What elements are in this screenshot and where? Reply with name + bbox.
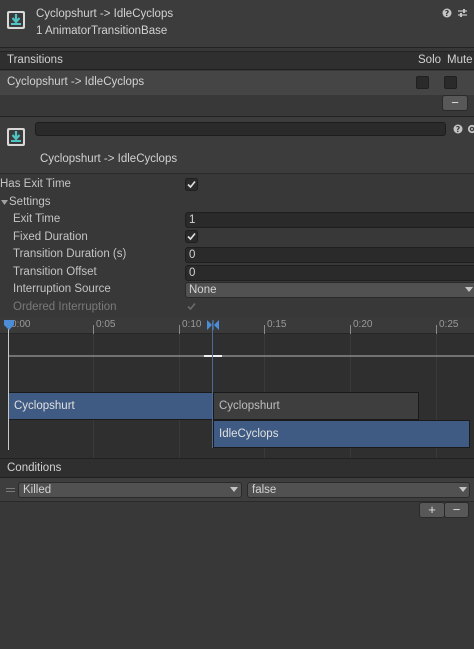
- transition-marker-line: [212, 322, 213, 448]
- transition-list-item-name: Cyclopshurt -> IdleCyclops: [7, 76, 145, 88]
- exit-time-marker-icon[interactable]: [3, 320, 15, 330]
- condition-value: false: [252, 484, 277, 496]
- interruption-source-dropdown[interactable]: None: [185, 282, 474, 298]
- transition-weight-curve: [8, 355, 474, 357]
- settings-foldout-arrow-icon[interactable]: [1, 199, 8, 206]
- chevron-down-icon: [465, 287, 473, 292]
- fixed-duration-checkbox[interactable]: [185, 230, 198, 243]
- source-clip-bar[interactable]: Cyclopshurt: [8, 392, 213, 420]
- transition-offset-field[interactable]: 0: [185, 265, 474, 281]
- add-condition-button[interactable]: +: [419, 502, 445, 518]
- condition-parameter-value: Killed: [23, 484, 52, 496]
- ruler-tick: [350, 325, 351, 334]
- fixed-duration-label: Fixed Duration: [13, 231, 88, 243]
- destination-clip-bar[interactable]: IdleCyclops: [213, 420, 470, 448]
- ruler-tick-label: 0:20: [353, 319, 373, 330]
- header-subtitle: 1 AnimatorTransitionBase: [36, 25, 168, 37]
- timeline-ruler[interactable]: 0:00 0:05 0:10 0:15 0:20 0:25: [0, 318, 474, 334]
- mute-checkbox[interactable]: [444, 76, 457, 89]
- animator-transition-inspector: Cyclopshurt -> IdleCyclops 1 AnimatorTra…: [0, 0, 474, 649]
- svg-text:?: ?: [456, 125, 461, 134]
- condition-parameter-dropdown[interactable]: Killed: [18, 482, 242, 498]
- help-icon[interactable]: ?: [453, 124, 463, 134]
- preset-settings-icon[interactable]: [457, 8, 468, 18]
- transition-details-header: ? Cyclopshurt -> IdleCyclops: [0, 116, 474, 174]
- has-exit-time-label: Has Exit Time: [0, 178, 71, 190]
- chevron-down-icon: [230, 487, 238, 492]
- inspector-header: Cyclopshurt -> IdleCyclops 1 AnimatorTra…: [0, 0, 474, 48]
- playhead-line: [8, 322, 9, 450]
- transition-display-name: Cyclopshurt -> IdleCyclops: [40, 153, 178, 165]
- ruler-tick-label: 0:15: [267, 319, 287, 330]
- transitions-header-label: Transitions: [7, 54, 63, 66]
- transition-duration-field[interactable]: 0: [185, 247, 474, 263]
- ordered-interruption-label: Ordered Interruption: [13, 301, 117, 313]
- condition-value-dropdown[interactable]: false: [247, 482, 470, 498]
- ruler-tick-label: 0:25: [439, 319, 459, 330]
- mute-header-label: Mute: [447, 54, 473, 66]
- conditions-footer: + −: [0, 502, 474, 649]
- has-exit-time-checkbox[interactable]: [185, 178, 198, 191]
- solo-header-label: Solo: [418, 54, 442, 66]
- condition-row[interactable]: Killed false: [0, 478, 474, 502]
- remove-transition-button[interactable]: −: [442, 95, 468, 111]
- header-title: Cyclopshurt -> IdleCyclops: [36, 8, 174, 20]
- remove-condition-button[interactable]: −: [444, 502, 469, 518]
- transition-arrow-icon: [7, 11, 25, 29]
- help-icon[interactable]: ?: [442, 8, 452, 18]
- source-continuation-clip-bar[interactable]: Cyclopshurt: [213, 392, 419, 420]
- ruler-tick: [436, 325, 437, 334]
- ruler-tick: [179, 325, 180, 334]
- transition-marker-handle-icon[interactable]: [206, 320, 220, 330]
- transition-arrow-icon: [7, 128, 25, 146]
- solo-checkbox[interactable]: [416, 76, 429, 89]
- conditions-header-label: Conditions: [7, 462, 62, 474]
- ruler-tick: [93, 325, 94, 334]
- chevron-down-icon: [459, 487, 467, 492]
- interruption-source-label: Interruption Source: [13, 283, 111, 295]
- transition-list-item[interactable]: Cyclopshurt -> IdleCyclops: [0, 71, 474, 95]
- transition-duration-label: Transition Duration (s): [13, 248, 127, 260]
- ruler-tick-label: 0:10: [182, 319, 202, 330]
- ordered-interruption-checkbox: [187, 302, 196, 311]
- conditions-header: Conditions: [0, 458, 474, 478]
- drag-handle-icon[interactable]: [6, 488, 15, 492]
- ruler-tick-label: 0:05: [96, 319, 116, 330]
- transition-name-input[interactable]: [35, 122, 446, 136]
- transitions-list-header: Transitions Solo Mute: [0, 51, 474, 70]
- svg-text:?: ?: [445, 9, 450, 18]
- ruler-tick: [264, 325, 265, 334]
- transitions-list-footer: −: [0, 95, 474, 113]
- transition-offset-label: Transition Offset: [13, 266, 97, 278]
- interruption-source-value: None: [189, 284, 217, 296]
- gear-icon[interactable]: [467, 124, 474, 134]
- exit-time-field[interactable]: 1: [185, 212, 474, 228]
- exit-time-label: Exit Time: [13, 213, 61, 225]
- settings-foldout-label[interactable]: Settings: [9, 196, 51, 208]
